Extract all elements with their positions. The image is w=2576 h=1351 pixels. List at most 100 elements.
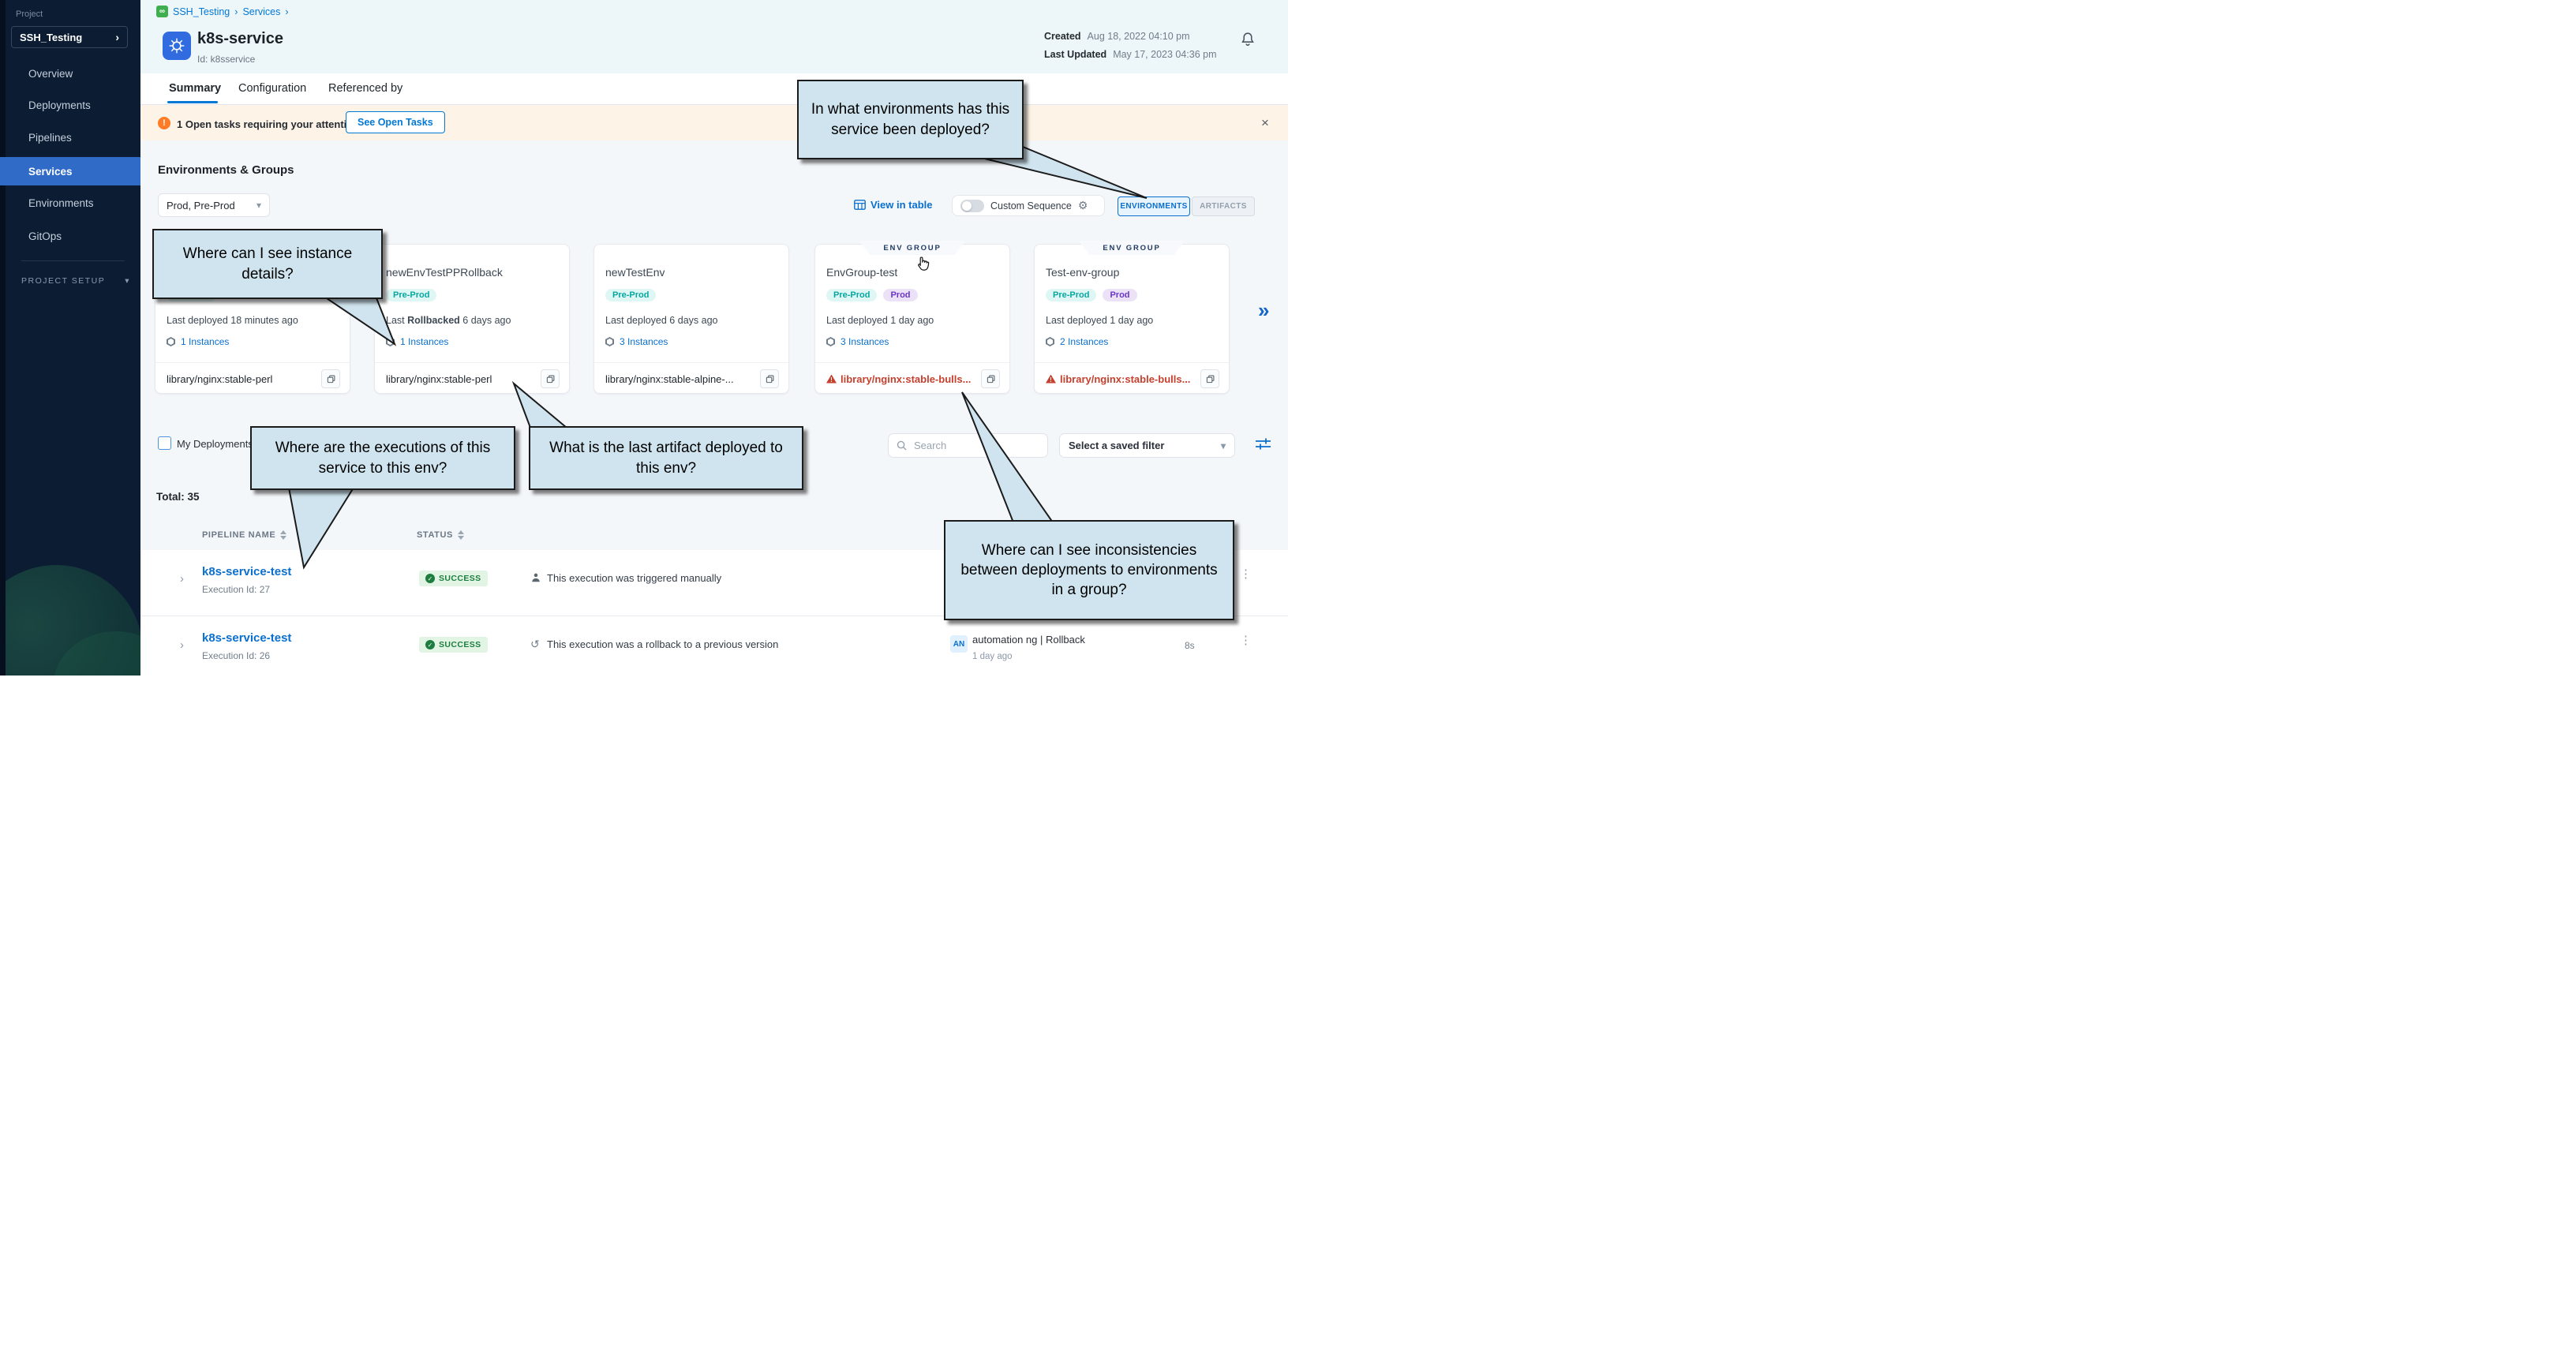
sidebar-item-overview[interactable]: Overview bbox=[6, 59, 140, 88]
trigger-time: 1 day ago bbox=[972, 652, 1013, 661]
search-input[interactable] bbox=[912, 439, 1034, 452]
copy-icon[interactable] bbox=[321, 369, 340, 388]
sidebar-item-pipelines[interactable]: Pipelines bbox=[6, 123, 140, 152]
status-badge: ✓ SUCCESS bbox=[419, 637, 488, 653]
view-in-table-link[interactable]: View in table bbox=[854, 199, 933, 211]
instances-count: 3 Instances bbox=[620, 336, 668, 347]
execution-id: Execution Id: 26 bbox=[202, 650, 270, 661]
my-deployments-checkbox[interactable] bbox=[158, 436, 171, 450]
sidebar-item-label: Environments bbox=[28, 197, 94, 209]
saved-filter-select[interactable]: Select a saved filter ▾ bbox=[1059, 433, 1235, 458]
view-in-table-label: View in table bbox=[871, 199, 933, 211]
sidebar-item-services[interactable]: Services bbox=[0, 157, 140, 185]
env-card[interactable]: newTestEnv Pre-Prod Last deployed 6 days… bbox=[593, 244, 789, 394]
breadcrumb-project-link[interactable]: SSH_Testing bbox=[173, 6, 230, 17]
tab-configuration[interactable]: Configuration bbox=[238, 82, 306, 95]
env-type-filter[interactable]: Prod, Pre-Prod ▾ bbox=[158, 193, 270, 217]
instances-icon bbox=[826, 337, 835, 346]
custom-sequence-toggle[interactable] bbox=[960, 200, 984, 212]
check-icon: ✓ bbox=[425, 640, 435, 649]
sidebar-item-label: Pipelines bbox=[28, 132, 72, 144]
row-menu-icon[interactable]: ⋮ bbox=[1240, 636, 1248, 645]
column-label: STATUS bbox=[417, 530, 453, 540]
instances-link[interactable]: 1 Instances bbox=[167, 336, 229, 347]
execution-row[interactable]: › k8s-service-test Execution Id: 26 ✓ SU… bbox=[140, 616, 1288, 676]
notifications-bell-icon[interactable] bbox=[1239, 30, 1258, 49]
instances-icon bbox=[605, 337, 614, 346]
env-type-badge: Pre-Prod bbox=[605, 289, 656, 301]
callout-artifact-question: What is the last artifact deployed to th… bbox=[529, 426, 803, 490]
column-label: PIPELINE NAME bbox=[202, 530, 275, 540]
tab-summary[interactable]: Summary bbox=[169, 82, 221, 95]
search-field bbox=[888, 433, 1048, 458]
updated-meta: Last Updated May 17, 2023 04:36 pm bbox=[1044, 49, 1217, 60]
column-header-status[interactable]: STATUS bbox=[417, 530, 464, 540]
callout-executions-question: Where are the executions of this service… bbox=[250, 426, 515, 490]
sidebar-item-gitops[interactable]: GitOps bbox=[6, 222, 140, 250]
created-label: Created bbox=[1044, 31, 1081, 42]
env-group-ribbon: ENV GROUP bbox=[859, 241, 965, 255]
instances-link[interactable]: 1 Instances bbox=[386, 336, 448, 347]
active-tab-underline bbox=[167, 101, 218, 103]
rollback-icon: ↺ bbox=[530, 638, 542, 650]
trigger-note: This execution was triggered manually bbox=[547, 572, 721, 584]
see-open-tasks-button[interactable]: See Open Tasks bbox=[346, 111, 445, 133]
breadcrumb-separator: › bbox=[285, 6, 288, 17]
banner-message: 1 Open tasks requiring your attention. bbox=[177, 118, 362, 130]
pipeline-link[interactable]: k8s-service-test bbox=[202, 631, 291, 645]
status-badge: ✓ SUCCESS bbox=[419, 571, 488, 586]
instances-link[interactable]: 3 Instances bbox=[826, 336, 889, 347]
env-type-filter-value: Prod, Pre-Prod bbox=[167, 200, 235, 211]
instances-count: 2 Instances bbox=[1060, 336, 1108, 347]
updated-value: May 17, 2023 04:36 pm bbox=[1113, 49, 1216, 60]
total-count: Total: 35 bbox=[156, 491, 200, 503]
sidebar-item-environments[interactable]: Environments bbox=[6, 189, 140, 217]
duration: 8s bbox=[1185, 640, 1195, 651]
status-label: SUCCESS bbox=[439, 574, 481, 583]
app-window: Project SSH_Testing › Overview Deploymen… bbox=[0, 0, 1288, 676]
my-deployments-label: My Deployments bbox=[177, 438, 253, 450]
breadcrumb-separator: › bbox=[234, 6, 238, 17]
filter-sliders-icon[interactable] bbox=[1255, 436, 1271, 455]
scroll-right-icon[interactable]: » bbox=[1258, 298, 1269, 323]
instances-link[interactable]: 2 Instances bbox=[1046, 336, 1108, 347]
divider bbox=[375, 362, 569, 363]
project-selector[interactable]: SSH_Testing › bbox=[11, 26, 128, 48]
copy-icon[interactable] bbox=[981, 369, 1000, 388]
cd-module-icon: ∞ bbox=[156, 6, 168, 17]
avatar: AN bbox=[950, 635, 968, 653]
column-header-pipeline[interactable]: PIPELINE NAME bbox=[202, 530, 286, 540]
segment-artifacts-button[interactable]: ARTIFACTS bbox=[1192, 196, 1255, 216]
sidebar-item-label: Deployments bbox=[28, 99, 91, 111]
chevron-down-icon: ▾ bbox=[256, 200, 261, 211]
env-group-card[interactable]: Test-env-group Pre-Prod Prod Last deploy… bbox=[1034, 244, 1230, 394]
copy-icon[interactable] bbox=[1200, 369, 1219, 388]
module-rail bbox=[0, 0, 6, 676]
copy-icon[interactable] bbox=[760, 369, 779, 388]
expand-chevron-icon[interactable]: › bbox=[180, 572, 184, 586]
pipeline-link[interactable]: k8s-service-test bbox=[202, 565, 291, 578]
copy-icon[interactable] bbox=[541, 369, 560, 388]
env-group-card[interactable]: EnvGroup-test Pre-Prod Prod Last deploye… bbox=[814, 244, 1010, 394]
warning-triangle-icon bbox=[826, 375, 837, 384]
updated-label: Last Updated bbox=[1044, 49, 1106, 60]
project-setup-toggle[interactable]: PROJECT SETUP ▾ bbox=[21, 276, 130, 286]
instances-link[interactable]: 3 Instances bbox=[605, 336, 668, 347]
gear-icon[interactable]: ⚙ bbox=[1078, 199, 1088, 212]
row-menu-icon[interactable]: ⋮ bbox=[1240, 570, 1248, 578]
env-card[interactable]: newEnvTestPPRollback Pre-Prod Last Rollb… bbox=[374, 244, 570, 394]
env-name: newEnvTestPPRollback bbox=[386, 266, 503, 279]
sort-icon bbox=[280, 530, 286, 540]
sidebar-item-deployments[interactable]: Deployments bbox=[6, 91, 140, 119]
tab-referenced-by[interactable]: Referenced by bbox=[328, 82, 402, 95]
env-group-ribbon: ENV GROUP bbox=[1079, 241, 1185, 255]
env-type-badge: Pre-Prod bbox=[1046, 289, 1096, 301]
callout-instance-question: Where can I see instance details? bbox=[152, 229, 383, 299]
segment-environments-button[interactable]: ENVIRONMENTS bbox=[1118, 196, 1190, 216]
page-title: k8s-service bbox=[197, 30, 283, 48]
close-icon[interactable]: × bbox=[1261, 115, 1269, 131]
project-setup-label: PROJECT SETUP bbox=[21, 276, 105, 286]
env-group-name: Test-env-group bbox=[1046, 266, 1119, 279]
expand-chevron-icon[interactable]: › bbox=[180, 638, 184, 652]
breadcrumb-services-link[interactable]: Services bbox=[242, 6, 280, 17]
